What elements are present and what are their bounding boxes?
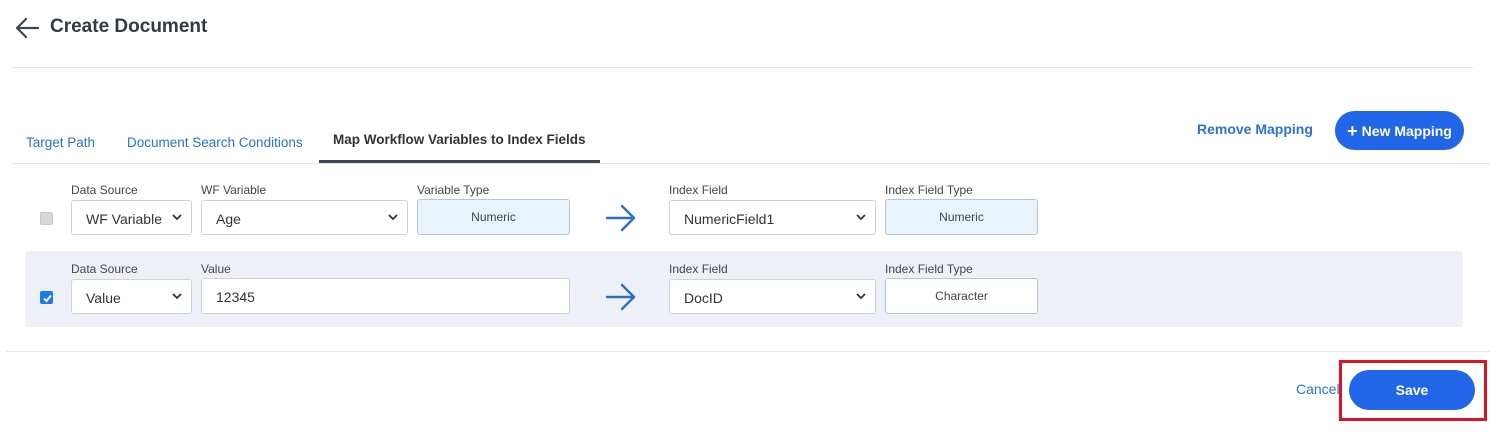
value-label: Value [201, 262, 231, 276]
index-field-select[interactable]: DocID [669, 279, 876, 314]
data-source-value: WF Variable [86, 211, 162, 227]
checkmark-icon [43, 294, 52, 303]
tab-map-workflow-variables[interactable]: Map Workflow Variables to Index Fields [319, 120, 600, 163]
variable-type-field: Numeric [417, 199, 570, 235]
page-title: Create Document [50, 16, 208, 37]
row-checkbox[interactable] [40, 291, 53, 304]
new-mapping-label: New Mapping [1361, 122, 1452, 139]
chevron-down-icon [172, 214, 182, 221]
chevron-down-icon [856, 293, 866, 300]
index-field-type-field: Numeric [885, 199, 1038, 235]
page-header: Create Document [0, 0, 1502, 68]
header-divider [12, 67, 1473, 68]
row-checkbox[interactable] [40, 212, 53, 225]
wf-variable-select[interactable]: Age [201, 200, 408, 235]
new-mapping-button[interactable]: + New Mapping [1335, 111, 1464, 150]
mapping-row: Data Source WF Variable WF Variable Age … [25, 172, 1463, 248]
index-field-label: Index Field [669, 262, 728, 276]
index-field-value: DocID [684, 290, 723, 306]
arrow-right-icon [605, 283, 636, 311]
data-source-label: Data Source [71, 183, 138, 197]
index-field-value: NumericField1 [684, 211, 775, 227]
index-field-select[interactable]: NumericField1 [669, 200, 876, 235]
chevron-down-icon [856, 214, 866, 221]
index-field-type-label: Index Field Type [885, 262, 973, 276]
value-input[interactable]: 12345 [201, 278, 570, 314]
arrow-left-icon[interactable] [14, 16, 40, 40]
tab-target-path[interactable]: Target Path [12, 120, 109, 163]
data-source-value: Value [86, 290, 121, 306]
chevron-down-icon [172, 293, 182, 300]
mapping-row: Data Source Value Value 12345 Index Fiel… [25, 251, 1463, 327]
plus-icon: + [1347, 120, 1358, 141]
save-button[interactable]: Save [1349, 370, 1475, 410]
chevron-down-icon [388, 214, 398, 221]
data-source-select[interactable]: Value [71, 279, 192, 314]
variable-type-label: Variable Type [417, 183, 490, 197]
index-field-label: Index Field [669, 183, 728, 197]
tab-document-search-conditions[interactable]: Document Search Conditions [113, 120, 317, 163]
data-source-label: Data Source [71, 262, 138, 276]
data-source-select[interactable]: WF Variable [71, 200, 192, 235]
footer-divider [6, 351, 1490, 352]
index-field-type-field: Character [885, 278, 1038, 314]
arrow-right-icon [605, 204, 636, 232]
index-field-type-label: Index Field Type [885, 183, 973, 197]
wf-variable-label: WF Variable [201, 183, 267, 197]
remove-mapping-button[interactable]: Remove Mapping [1197, 121, 1313, 137]
cancel-button[interactable]: Cancel [1296, 381, 1340, 397]
wf-variable-value: Age [216, 211, 241, 227]
tabs-divider [12, 163, 1490, 164]
